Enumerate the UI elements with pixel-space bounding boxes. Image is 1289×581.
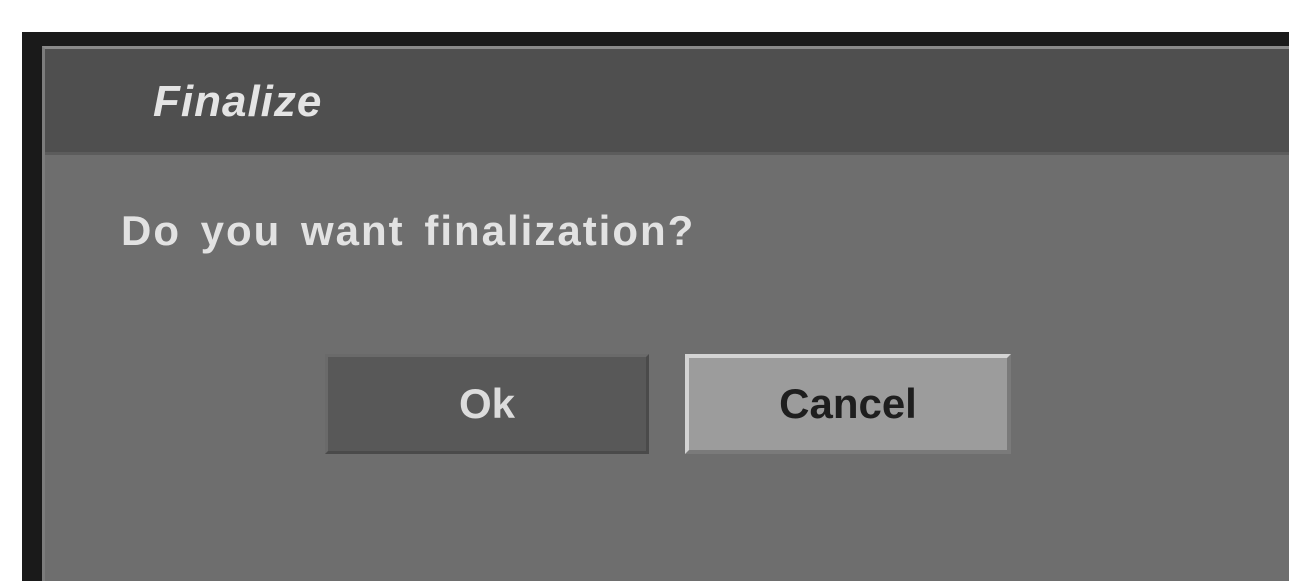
ok-button[interactable]: Ok — [325, 354, 649, 454]
cancel-button-label: Cancel — [779, 380, 917, 427]
finalize-dialog: Finalize Do you want finalization? Ok Ca… — [42, 46, 1289, 581]
dialog-message: Do you want finalization? — [121, 207, 696, 254]
dialog-frame: Finalize Do you want finalization? Ok Ca… — [22, 32, 1289, 581]
ok-button-label: Ok — [458, 380, 516, 427]
dialog-title: Finalize — [153, 77, 323, 126]
screen: Finalize Do you want finalization? Ok Ca… — [0, 0, 1289, 581]
cancel-button[interactable]: Cancel — [685, 354, 1011, 454]
title-bar: Finalize — [45, 49, 1289, 155]
